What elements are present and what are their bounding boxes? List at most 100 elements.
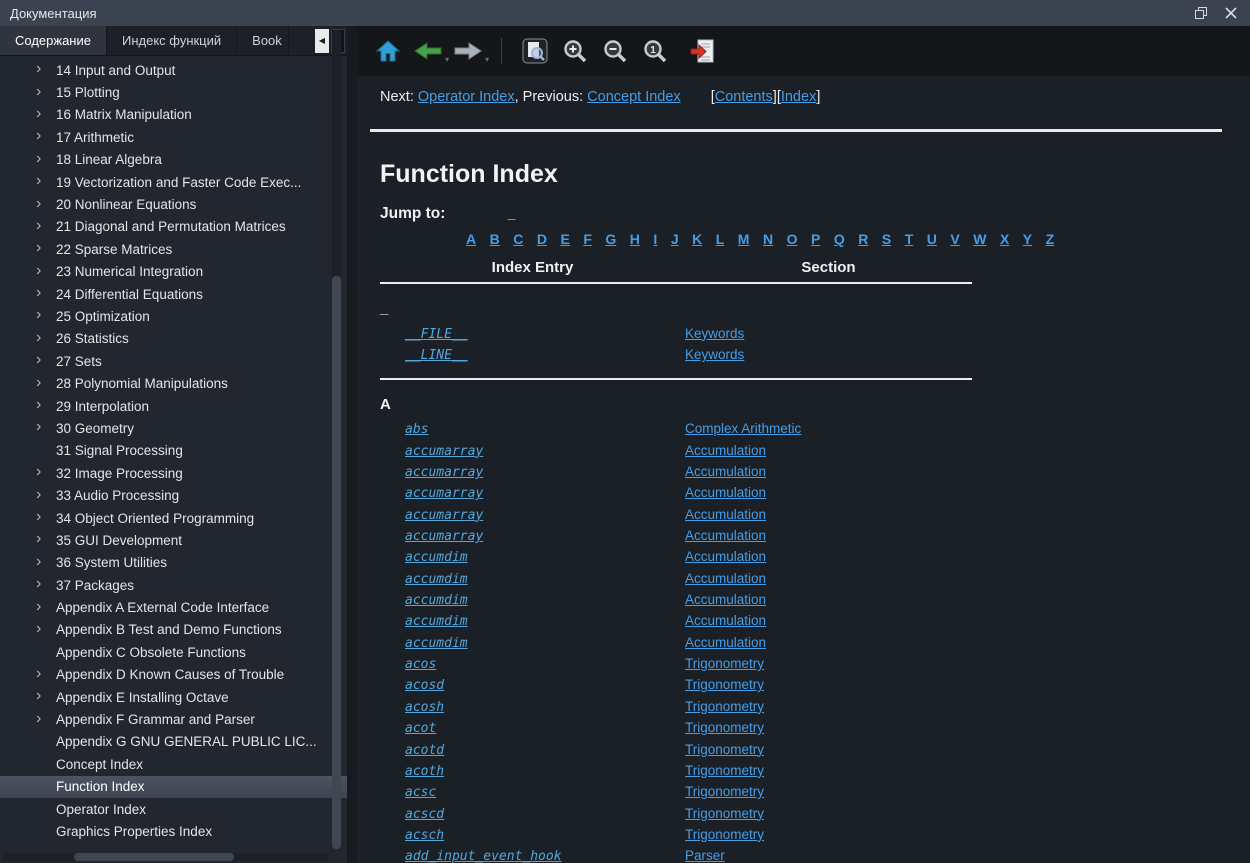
sidebar-item[interactable]: ›21 Diagonal and Permutation Matrices	[0, 216, 347, 238]
function-link[interactable]: accumarray	[405, 486, 483, 501]
sidebar-item[interactable]: ›Appendix D Known Causes of Trouble	[0, 664, 347, 686]
function-link[interactable]: accumarray	[405, 444, 483, 459]
sidebar-item[interactable]: Concept Index	[0, 753, 347, 775]
jump-letter-link[interactable]: O	[787, 231, 798, 247]
function-link[interactable]: acos	[405, 657, 436, 672]
jump-letter-link[interactable]: X	[1000, 231, 1009, 247]
chevron-right-icon[interactable]: ›	[36, 464, 56, 480]
function-link[interactable]: accumdim	[405, 636, 468, 651]
function-index-button[interactable]	[686, 34, 720, 68]
function-link[interactable]: __FILE__	[405, 327, 468, 342]
sidebar-item[interactable]: ›18 Linear Algebra	[0, 149, 347, 171]
forward-history-dropdown-icon[interactable]: ▾	[485, 55, 489, 64]
chevron-right-icon[interactable]: ›	[36, 218, 56, 234]
sidebar-item[interactable]: Appendix C Obsolete Functions	[0, 641, 347, 663]
section-link[interactable]: Trigonometry	[685, 720, 764, 735]
jump-letter-link[interactable]: _	[507, 205, 515, 221]
chevron-right-icon[interactable]: ›	[36, 61, 56, 77]
sidebar-item[interactable]: ›24 Differential Equations	[0, 283, 347, 305]
section-link[interactable]: Accumulation	[685, 464, 766, 479]
section-link[interactable]: Accumulation	[685, 613, 766, 628]
chevron-right-icon[interactable]: ›	[36, 509, 56, 525]
sidebar-item[interactable]: ›36 System Utilities	[0, 552, 347, 574]
function-link[interactable]: acscd	[405, 807, 444, 822]
sidebar-item[interactable]: ›Appendix A External Code Interface	[0, 596, 347, 618]
chevron-right-icon[interactable]: ›	[36, 128, 56, 144]
jump-letter-link[interactable]: H	[630, 231, 640, 247]
function-link[interactable]: accumdim	[405, 593, 468, 608]
home-button[interactable]	[371, 34, 405, 68]
sidebar-item[interactable]: ›20 Nonlinear Equations	[0, 193, 347, 215]
sidebar-item[interactable]: ›19 Vectorization and Faster Code Exec..…	[0, 171, 347, 193]
chevron-right-icon[interactable]: ›	[36, 688, 56, 704]
jump-letter-link[interactable]: S	[882, 231, 891, 247]
section-link[interactable]: Accumulation	[685, 485, 766, 500]
forward-button[interactable]: ▾	[451, 34, 485, 68]
chevron-right-icon[interactable]: ›	[36, 151, 56, 167]
jump-letter-link[interactable]: P	[811, 231, 820, 247]
chevron-right-icon[interactable]: ›	[36, 599, 56, 615]
jump-letter-link[interactable]: A	[466, 231, 476, 247]
sidebar-horizontal-scrollbar[interactable]	[2, 853, 329, 861]
sidebar-vertical-scrollbar[interactable]	[332, 30, 341, 849]
sidebar-item[interactable]: ›28 Polynomial Manipulations	[0, 372, 347, 394]
function-link[interactable]: acot	[405, 721, 436, 736]
chevron-right-icon[interactable]: ›	[36, 352, 56, 368]
chevron-right-icon[interactable]: ›	[36, 554, 56, 570]
jump-letter-link[interactable]: Z	[1046, 231, 1055, 247]
panel-splitter[interactable]	[347, 26, 357, 863]
sidebar-item[interactable]: ›34 Object Oriented Programming	[0, 507, 347, 529]
sidebar-item[interactable]: ›35 GUI Development	[0, 529, 347, 551]
sidebar-item[interactable]: ›16 Matrix Manipulation	[0, 104, 347, 126]
chevron-right-icon[interactable]: ›	[36, 397, 56, 413]
jump-letter-link[interactable]: R	[858, 231, 868, 247]
function-link[interactable]: add_input_event_hook	[405, 849, 562, 863]
jump-letter-link[interactable]: K	[692, 231, 702, 247]
restore-button[interactable]	[1186, 2, 1216, 24]
sidebar-item[interactable]: ›Appendix B Test and Demo Functions	[0, 619, 347, 641]
chevron-right-icon[interactable]: ›	[36, 330, 56, 346]
function-link[interactable]: accumarray	[405, 508, 483, 523]
contents-link[interactable]: Contents	[715, 89, 773, 105]
sidebar-item[interactable]: ›27 Sets	[0, 350, 347, 372]
section-link[interactable]: Keywords	[685, 347, 744, 362]
section-link[interactable]: Accumulation	[685, 635, 766, 650]
function-link[interactable]: acoth	[405, 764, 444, 779]
jump-letter-link[interactable]: N	[763, 231, 773, 247]
jump-letter-link[interactable]: B	[490, 231, 500, 247]
section-link[interactable]: Trigonometry	[685, 677, 764, 692]
chevron-right-icon[interactable]: ›	[36, 419, 56, 435]
chevron-right-icon[interactable]: ›	[36, 576, 56, 592]
jump-letter-link[interactable]: M	[738, 231, 750, 247]
zoom-original-button[interactable]: 1	[638, 34, 672, 68]
jump-letter-link[interactable]: G	[605, 231, 616, 247]
jump-letter-link[interactable]: F	[583, 231, 592, 247]
section-link[interactable]: Accumulation	[685, 571, 766, 586]
sidebar-item[interactable]: Function Index	[0, 776, 347, 798]
section-link[interactable]: Trigonometry	[685, 827, 764, 842]
chevron-right-icon[interactable]: ›	[36, 263, 56, 279]
function-link[interactable]: acotd	[405, 743, 444, 758]
tab-bookmarks[interactable]: Book	[237, 26, 289, 55]
chevron-right-icon[interactable]: ›	[36, 285, 56, 301]
section-link[interactable]: Trigonometry	[685, 656, 764, 671]
sidebar-item[interactable]: Graphics Properties Index	[0, 820, 347, 842]
jump-letter-link[interactable]: U	[927, 231, 937, 247]
section-link[interactable]: Accumulation	[685, 549, 766, 564]
section-link[interactable]: Trigonometry	[685, 806, 764, 821]
sidebar-item[interactable]: Appendix G GNU GENERAL PUBLIC LIC...	[0, 731, 347, 753]
chevron-right-icon[interactable]: ›	[36, 666, 56, 682]
close-button[interactable]	[1216, 2, 1246, 24]
function-link[interactable]: __LINE__	[405, 348, 468, 363]
sidebar-item[interactable]: 31 Signal Processing	[0, 440, 347, 462]
jump-letter-link[interactable]: T	[905, 231, 914, 247]
chevron-right-icon[interactable]: ›	[36, 531, 56, 547]
sidebar-item[interactable]: ›Appendix E Installing Octave	[0, 686, 347, 708]
function-link[interactable]: accumdim	[405, 572, 468, 587]
section-link[interactable]: Accumulation	[685, 507, 766, 522]
jump-letter-link[interactable]: V	[950, 231, 959, 247]
jump-letter-link[interactable]: C	[513, 231, 523, 247]
chevron-right-icon[interactable]: ›	[36, 84, 56, 100]
jump-letter-link[interactable]: J	[671, 231, 679, 247]
scrollbar-thumb[interactable]	[332, 276, 341, 849]
